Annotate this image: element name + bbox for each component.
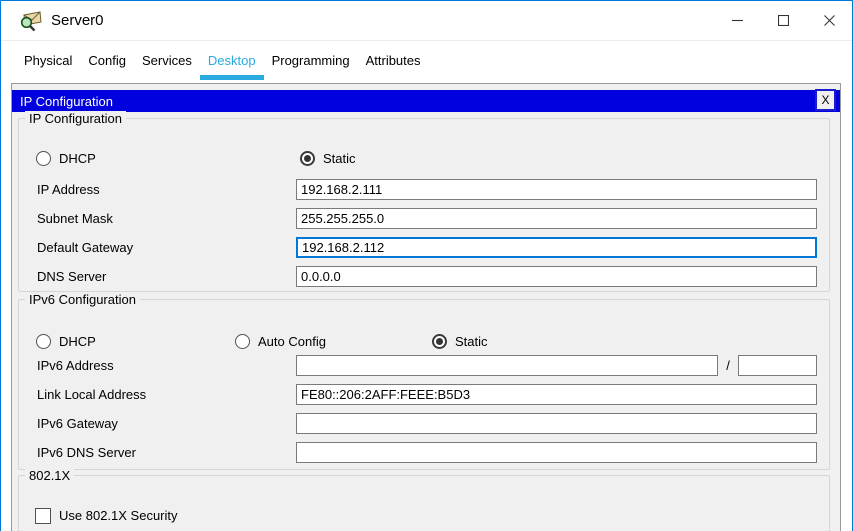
radio-icon: [300, 150, 315, 166]
close-icon: [823, 15, 835, 26]
ipv6-dns-server-input[interactable]: [296, 442, 817, 463]
dot1x-group: 802.1X Use 802.1X Security: [18, 468, 830, 531]
minimize-button[interactable]: [714, 1, 760, 40]
ipv6-prefix-input[interactable]: [738, 355, 817, 376]
default-gateway-label: Default Gateway: [37, 240, 134, 255]
tab-programming[interactable]: Programming: [264, 42, 358, 80]
ipv6-static-radio[interactable]: Static: [432, 333, 488, 349]
ip-configuration-subwindow-titlebar[interactable]: IP Configuration: [12, 90, 840, 112]
ipv4-static-label: Static: [323, 150, 356, 166]
subnet-mask-row: Subnet Mask: [37, 208, 817, 229]
ipv6-configuration-group: IPv6 Configuration DHCP Auto Config Stat…: [18, 292, 830, 470]
ip-address-input[interactable]: [296, 179, 817, 200]
ipv6-gateway-input[interactable]: [296, 413, 817, 434]
ipv6-gateway-row: IPv6 Gateway: [37, 413, 817, 434]
subnet-mask-label: Subnet Mask: [37, 211, 113, 226]
ipv6-dns-server-row: IPv6 DNS Server: [37, 442, 817, 463]
subwindow-title: IP Configuration: [20, 93, 113, 109]
checkbox-icon: [35, 507, 51, 524]
ip-configuration-legend: IP Configuration: [25, 111, 126, 126]
radio-icon: [235, 333, 250, 349]
prefix-separator: /: [726, 358, 730, 373]
use-dot1x-security-label: Use 802.1X Security: [59, 508, 178, 523]
ipv6-autoconfig-label: Auto Config: [258, 333, 326, 349]
ipv6-address-label: IPv6 Address: [37, 358, 114, 373]
radio-icon: [36, 333, 51, 349]
ipv6-autoconfig-radio[interactable]: Auto Config: [235, 333, 326, 349]
link-local-address-input[interactable]: [296, 384, 817, 405]
dns-server-input[interactable]: [296, 266, 817, 287]
ipv4-static-radio[interactable]: Static: [300, 150, 356, 166]
dot1x-legend: 802.1X: [25, 468, 75, 483]
ipv6-dhcp-radio[interactable]: DHCP: [36, 333, 96, 349]
ipv6-dns-server-label: IPv6 DNS Server: [37, 445, 136, 460]
subnet-mask-input[interactable]: [296, 208, 817, 229]
title-bar: Server0: [1, 1, 852, 41]
window-controls: [714, 1, 852, 40]
ipv6-configuration-legend: IPv6 Configuration: [25, 292, 140, 307]
use-dot1x-security-checkbox[interactable]: Use 802.1X Security: [35, 507, 178, 524]
close-button[interactable]: [806, 1, 852, 40]
tab-desktop[interactable]: Desktop: [199, 42, 264, 80]
tab-config[interactable]: Config: [80, 42, 134, 80]
tab-bar: Physical Config Services Desktop Program…: [2, 42, 852, 80]
dns-server-row: DNS Server: [37, 266, 817, 287]
ipv6-static-label: Static: [455, 333, 488, 349]
link-local-address-label: Link Local Address: [37, 387, 147, 402]
packet-tracer-icon: [20, 11, 42, 32]
default-gateway-input[interactable]: [296, 237, 817, 258]
ipv6-gateway-label: IPv6 Gateway: [37, 416, 118, 431]
tab-attributes[interactable]: Attributes: [358, 42, 429, 80]
window-title: Server0: [51, 12, 104, 29]
link-local-address-row: Link Local Address: [37, 384, 817, 405]
radio-icon: [432, 333, 447, 349]
subwindow-close-button[interactable]: X: [815, 89, 836, 111]
radio-icon: [36, 150, 51, 166]
ip-configuration-group: IP Configuration DHCP Static IP Address …: [18, 111, 830, 292]
dns-server-label: DNS Server: [37, 269, 107, 284]
ipv4-dhcp-label: DHCP: [59, 150, 96, 166]
tab-physical[interactable]: Physical: [16, 42, 80, 80]
maximize-icon: [777, 15, 789, 26]
maximize-button[interactable]: [760, 1, 806, 40]
ip-address-row: IP Address: [37, 179, 817, 200]
tab-services[interactable]: Services: [134, 42, 200, 80]
default-gateway-row: Default Gateway: [37, 237, 817, 258]
ip-address-label: IP Address: [37, 182, 100, 197]
ipv6-address-input[interactable]: [296, 355, 718, 376]
minimize-icon: [731, 19, 743, 22]
ipv4-dhcp-radio[interactable]: DHCP: [36, 150, 96, 166]
ipv6-address-row: IPv6 Address /: [37, 355, 817, 376]
ipv6-dhcp-label: DHCP: [59, 333, 96, 349]
desktop-panel: IP Configuration X IP Configuration DHCP…: [11, 83, 841, 531]
server-device-window: Server0 Physical Config Services Desktop…: [0, 0, 853, 531]
